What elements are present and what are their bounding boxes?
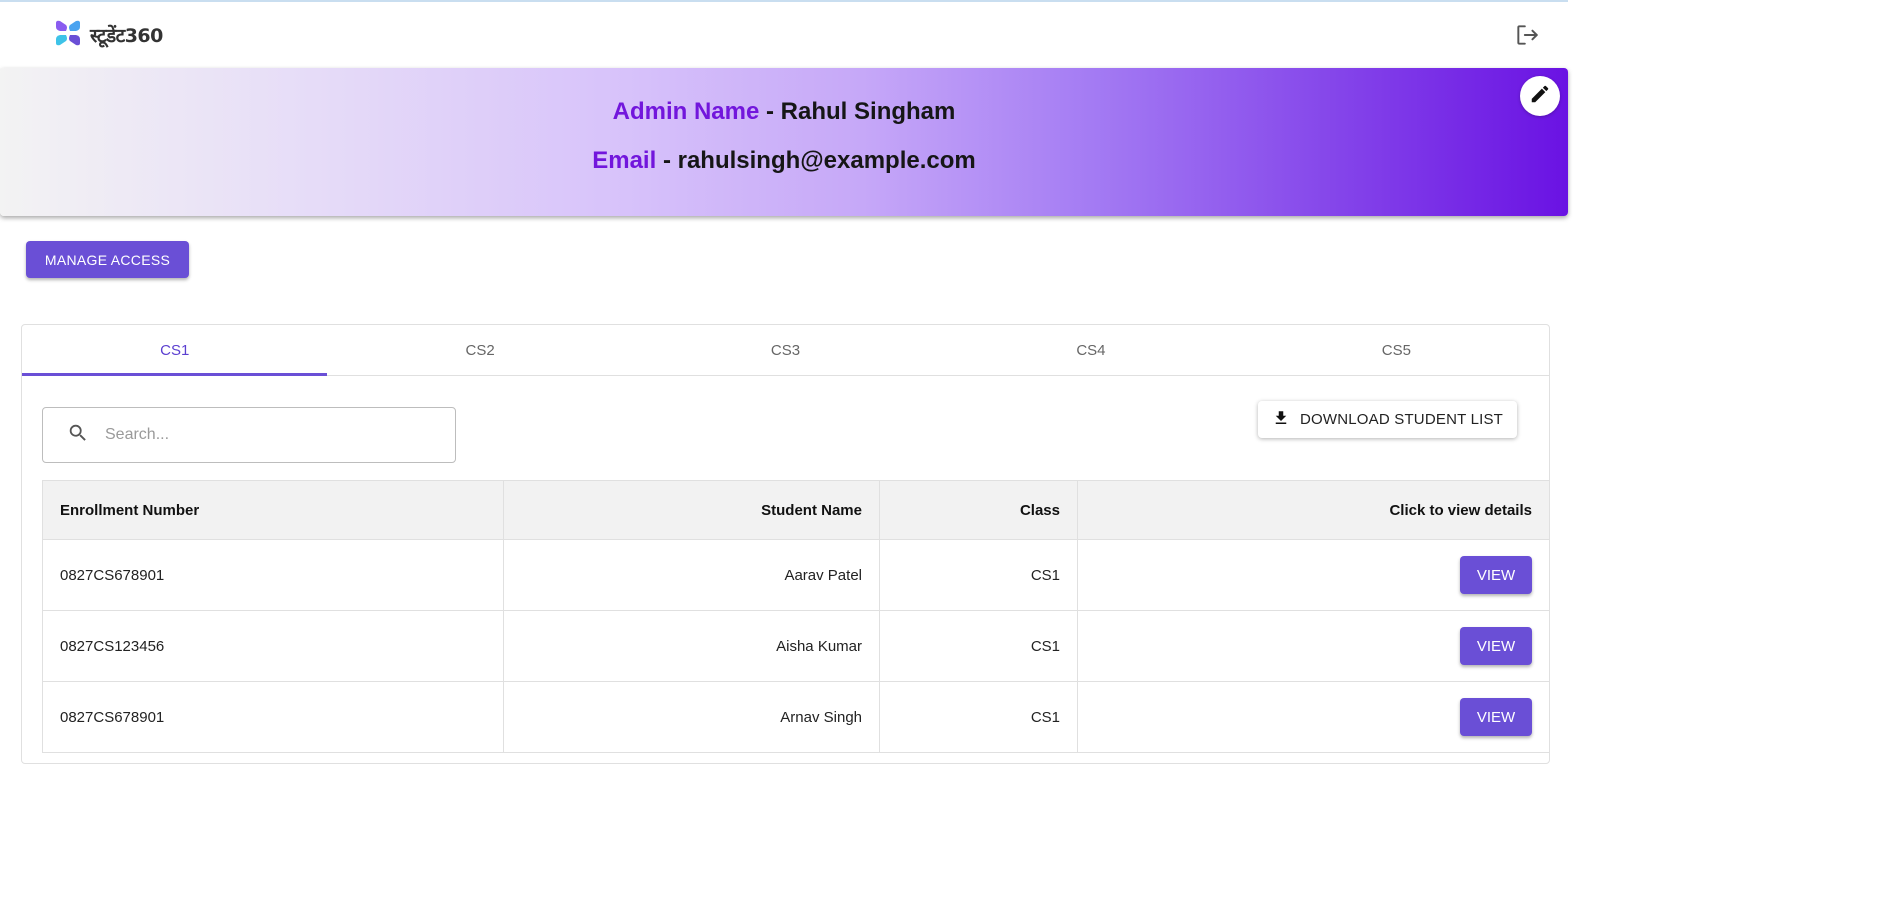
details-cell: VIEW xyxy=(1077,539,1550,611)
email-label: Email xyxy=(592,147,657,174)
admin-name-label: Admin Name xyxy=(612,98,760,125)
tab-cs2[interactable]: CS2 xyxy=(327,325,632,375)
edit-profile-button[interactable] xyxy=(1520,76,1560,116)
student-table: Enrollment Number Student Name Class Cli… xyxy=(42,480,1550,753)
tab-cs1[interactable]: CS1 xyxy=(22,325,328,376)
search-input[interactable] xyxy=(105,426,405,444)
table-header-row: Enrollment Number Student Name Class Cli… xyxy=(42,480,1550,540)
class-cell: CS1 xyxy=(879,681,1078,753)
view-button[interactable]: VIEW xyxy=(1460,698,1532,736)
profile-banner: Admin Name - Rahul Singham Email - rahul… xyxy=(0,68,1568,216)
download-label: DOWNLOAD STUDENT LIST xyxy=(1299,411,1504,428)
enrollment-cell: 0827CS678901 xyxy=(42,539,504,611)
table-row: 0827CS123456 Aisha Kumar CS1 VIEW xyxy=(42,610,1550,682)
search-icon xyxy=(67,422,89,449)
class-cell: CS1 xyxy=(879,610,1078,682)
admin-name-value: - Rahul Singham xyxy=(766,98,956,125)
tab-cs3[interactable]: CS3 xyxy=(633,325,938,375)
search-box[interactable] xyxy=(42,407,456,463)
admin-name-line: Admin Name - Rahul Singham xyxy=(0,98,1568,126)
enrollment-cell: 0827CS678901 xyxy=(42,681,504,753)
view-button[interactable]: VIEW xyxy=(1460,627,1532,665)
logo-icon xyxy=(52,17,84,54)
email-value: - rahulsingh@example.com xyxy=(662,147,976,174)
details-cell: VIEW xyxy=(1077,610,1550,682)
download-student-list-button[interactable]: DOWNLOAD STUDENT LIST xyxy=(1258,401,1517,438)
header-class[interactable]: Class xyxy=(879,480,1078,540)
class-tabs: CS1 CS2 CS3 CS4 CS5 xyxy=(22,325,1549,376)
view-button[interactable]: VIEW xyxy=(1460,556,1532,594)
student-name-cell: Arnav Singh xyxy=(503,681,880,753)
table-row: 0827CS678901 Aarav Patel CS1 VIEW xyxy=(42,539,1550,611)
header-details: Click to view details xyxy=(1077,480,1550,540)
tab-cs4[interactable]: CS4 xyxy=(938,325,1243,375)
details-cell: VIEW xyxy=(1077,681,1550,753)
logo-text: स्टूडेंट360 xyxy=(90,25,163,47)
logout-icon[interactable] xyxy=(1514,22,1540,48)
tab-cs5[interactable]: CS5 xyxy=(1244,325,1549,375)
class-panel: CS1 CS2 CS3 CS4 CS5 DOWNLOAD STUDENT LIS… xyxy=(21,324,1550,764)
email-line: Email - rahulsingh@example.com xyxy=(0,147,1568,175)
app-logo[interactable]: स्टूडेंट360 xyxy=(52,17,163,54)
header-enrollment[interactable]: Enrollment Number xyxy=(42,480,504,540)
table-row: 0827CS678901 Arnav Singh CS1 VIEW xyxy=(42,681,1550,753)
student-name-cell: Aarav Patel xyxy=(503,539,880,611)
download-icon xyxy=(1272,409,1290,431)
edit-icon xyxy=(1529,83,1551,110)
class-cell: CS1 xyxy=(879,539,1078,611)
manage-access-button[interactable]: MANAGE ACCESS xyxy=(26,241,189,278)
enrollment-cell: 0827CS123456 xyxy=(42,610,504,682)
student-name-cell: Aisha Kumar xyxy=(503,610,880,682)
header-student-name[interactable]: Student Name xyxy=(503,480,880,540)
navbar: स्टूडेंट360 xyxy=(0,2,1568,68)
